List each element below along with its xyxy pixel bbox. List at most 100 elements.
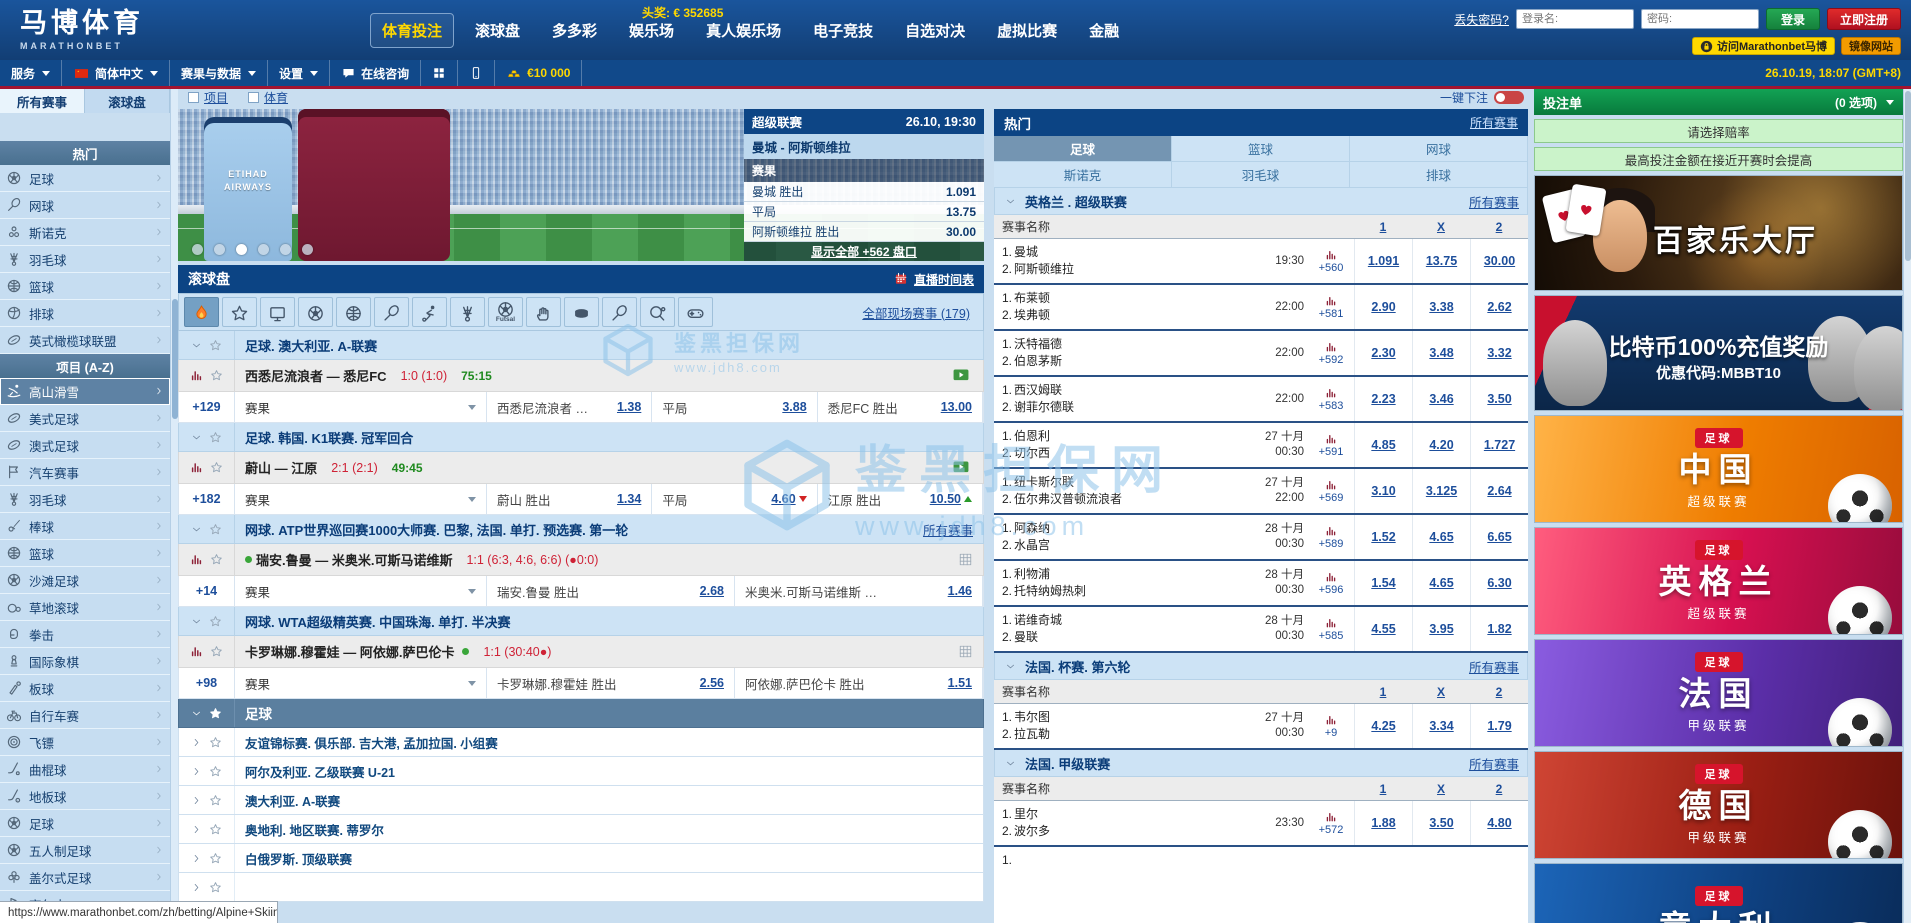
odds-cell[interactable]: 3.95: [1412, 607, 1470, 651]
col-1-link[interactable]: 1: [1380, 685, 1387, 699]
favorite-star-icon[interactable]: [209, 615, 222, 628]
odds-cell[interactable]: 13.75: [1412, 239, 1470, 283]
league-promo-banner[interactable]: 足球 德国 甲级联赛: [1534, 751, 1903, 859]
live-schedule-link[interactable]: 直播时间表: [894, 271, 974, 288]
odds-x[interactable]: 4.20: [1429, 438, 1453, 452]
collapse-icon[interactable]: [191, 340, 202, 351]
sidebar-sport-item[interactable]: 羽毛球: [0, 486, 170, 513]
league-promo-banner[interactable]: 足球 法国 甲级联赛: [1534, 639, 1903, 747]
odds-cell[interactable]: 蔚山 胜出1.34: [487, 484, 652, 514]
sidebar-sport-item[interactable]: 草地滚球: [0, 594, 170, 621]
sport-filter-button[interactable]: [640, 297, 675, 327]
outcome-odds[interactable]: 30.00: [946, 225, 976, 239]
popular-match-row[interactable]: 1.纽卡斯尔联 2.伍尔弗汉普顿流浪者 27 十月22:00 +569 3.10…: [994, 469, 1528, 515]
all-events-link[interactable]: 所有赛事: [1470, 114, 1518, 131]
more-markets-count[interactable]: +592: [1319, 354, 1344, 366]
sport-filter-button[interactable]: [412, 297, 447, 327]
away-team[interactable]: 伯恩茅斯: [1014, 354, 1062, 368]
odds-cell[interactable]: 2.90: [1354, 285, 1412, 329]
statistics-icon[interactable]: [190, 461, 203, 474]
popular-match-row[interactable]: 1.韦尔图 2.拉瓦勒 27 十月00:30 +9 4.25 3.34 1.79: [994, 704, 1528, 750]
expand-icon[interactable]: [191, 737, 202, 748]
col-x-link[interactable]: X: [1437, 220, 1445, 234]
collapse-icon[interactable]: [191, 616, 202, 627]
favorite-star-icon[interactable]: [209, 523, 222, 536]
odds-2[interactable]: 6.65: [1487, 530, 1511, 544]
more-markets-count[interactable]: +591: [1319, 446, 1344, 458]
sport-filter-button[interactable]: [450, 297, 485, 327]
col-x-link[interactable]: X: [1437, 782, 1445, 796]
popular-match-row[interactable]: 1.沃特福德 2.伯恩茅斯 22:00 +592 2.30 3.48 3.32: [994, 331, 1528, 377]
login-button[interactable]: 登录: [1766, 8, 1820, 30]
match-name[interactable]: 瑞安.鲁曼 — 米奥米.可斯马诺维斯: [256, 550, 452, 569]
sidebar-tab[interactable]: 滚球盘: [85, 89, 170, 113]
odds-x[interactable]: 3.125: [1426, 484, 1457, 498]
favorite-star-icon[interactable]: [210, 645, 223, 658]
expand-icon[interactable]: [191, 795, 202, 806]
odds-cell[interactable]: 3.46: [1412, 377, 1470, 421]
odds-x[interactable]: 4.65: [1429, 530, 1453, 544]
league-list-row-partial[interactable]: [178, 873, 984, 902]
football-section-header[interactable]: 足球: [178, 699, 984, 728]
sport-tab[interactable]: 排球: [1350, 162, 1528, 188]
live-chat-button[interactable]: 在线咨询: [330, 60, 421, 86]
home-team[interactable]: 诺维奇城: [1014, 613, 1062, 627]
odds-x[interactable]: 3.34: [1429, 719, 1453, 733]
odds-2[interactable]: 1.79: [1487, 719, 1511, 733]
odds-cell[interactable]: 30.00: [1470, 239, 1528, 283]
mobile-button[interactable]: [458, 60, 495, 86]
home-team[interactable]: 伯恩利: [1014, 429, 1050, 443]
league-name[interactable]: 白俄罗斯. 顶级联赛: [235, 849, 352, 868]
sidebar-scrollbar[interactable]: [170, 89, 178, 923]
language-menu[interactable]: 简体中文: [62, 60, 170, 86]
odds-value[interactable]: 1.34: [609, 492, 641, 506]
league-name[interactable]: 阿尔及利亚. 乙级联赛 U-21: [235, 762, 395, 781]
favorite-star-icon[interactable]: [209, 431, 222, 444]
statistics-icon[interactable]: [1325, 571, 1337, 583]
sidebar-sport-item[interactable]: 排球: [0, 300, 170, 327]
collapse-icon[interactable]: [191, 524, 202, 535]
odds-cell[interactable]: 1.82: [1470, 607, 1528, 651]
featured-outcome-row[interactable]: 曼城 胜出 1.091: [744, 182, 984, 202]
one-click-bet-toggle[interactable]: [1494, 91, 1524, 104]
password-input[interactable]: [1641, 9, 1759, 29]
betslip-header[interactable]: 投注单 (0 选项): [1534, 89, 1903, 115]
league-name[interactable]: 澳大利亚. A-联赛: [235, 791, 340, 810]
home-team[interactable]: 里尔: [1014, 807, 1038, 821]
statistics-icon[interactable]: [1325, 295, 1337, 307]
away-team[interactable]: 埃弗顿: [1014, 308, 1050, 322]
odds-cell[interactable]: 4.65: [1412, 561, 1470, 605]
home-team[interactable]: 阿森纳: [1014, 521, 1050, 535]
sport-filter-button[interactable]: [678, 297, 713, 327]
league-list-row[interactable]: 白俄罗斯. 顶级联赛: [178, 844, 984, 873]
statistics-icon[interactable]: [190, 645, 203, 658]
expand-icon[interactable]: [191, 766, 202, 777]
live-match-row[interactable]: 瑞安.鲁曼 — 米奥米.可斯马诺维斯 1:1 (6:3, 4:6, 6:6) (…: [178, 544, 984, 576]
odds-cell[interactable]: 西悉尼流浪者 …1.38: [487, 392, 652, 422]
more-markets-count[interactable]: +589: [1319, 538, 1344, 550]
filter-projects-checkbox[interactable]: 项目: [188, 89, 228, 106]
match-name[interactable]: 蔚山 — 江原: [245, 458, 317, 477]
stats-grid-icon[interactable]: [958, 552, 973, 567]
league-promo-banner[interactable]: 足球 中国 超级联赛: [1534, 415, 1903, 523]
balance-display[interactable]: €10 000: [495, 60, 582, 86]
more-markets-count[interactable]: +182: [179, 484, 235, 514]
away-team[interactable]: 托特纳姆热刺: [1014, 584, 1086, 598]
odds-value[interactable]: 13.00: [933, 400, 972, 414]
expand-icon[interactable]: [191, 824, 202, 835]
show-all-markets-link[interactable]: 显示全部 +562 盘口: [811, 243, 917, 260]
apps-grid-button[interactable]: [421, 60, 458, 86]
featured-outcome-row[interactable]: 阿斯顿维拉 胜出 30.00: [744, 222, 984, 242]
sidebar-sport-item[interactable]: 拳击: [0, 621, 170, 648]
login-input[interactable]: [1516, 9, 1634, 29]
odds-1[interactable]: 3.10: [1371, 484, 1395, 498]
odds-1[interactable]: 1.52: [1371, 530, 1395, 544]
page-scrollbar-thumb[interactable]: [1905, 91, 1911, 261]
sport-tab[interactable]: 足球: [994, 136, 1172, 162]
favorite-star-icon[interactable]: [209, 794, 222, 807]
live-match-row[interactable]: 卡罗琳娜.穆霍娃 — 阿依娜.萨巴伦卡 1:1 (30:40●): [178, 636, 984, 668]
main-nav-link[interactable]: 电子竞技: [802, 14, 884, 47]
odds-x[interactable]: 3.38: [1429, 300, 1453, 314]
carousel-dot[interactable]: [280, 244, 291, 255]
odds-2[interactable]: 1.727: [1484, 438, 1515, 452]
